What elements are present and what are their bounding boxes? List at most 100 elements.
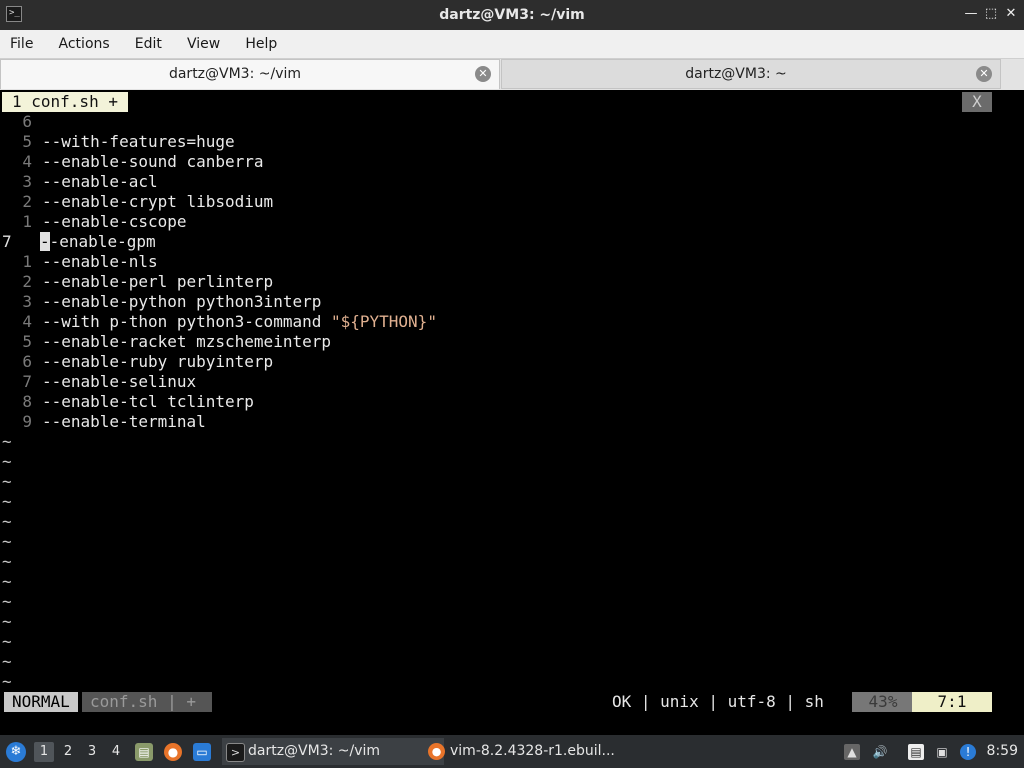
empty-line-marker: ~: [2, 572, 12, 591]
line-number: 7: [22, 372, 32, 391]
line-text: --enable-ruby rubyinterp: [42, 352, 273, 372]
line-code: --with-features=huge: [42, 132, 235, 151]
line-number: 4: [22, 312, 32, 331]
line-text: --enable-crypt libsodium: [42, 192, 273, 212]
line-code: --enable-racket mzschemeinterp: [42, 332, 331, 351]
minimize-icon[interactable]: —: [964, 4, 978, 24]
task-terminal[interactable]: > dartz@VM3: ~/vim: [222, 738, 444, 765]
line-number: 6: [22, 352, 32, 371]
clipboard-icon[interactable]: ▤: [908, 744, 924, 760]
volume-icon[interactable]: 🔊: [872, 744, 888, 760]
vim-tabline: 1 conf.sh + X: [0, 92, 1022, 112]
line-code: --with p-thon python3-command: [42, 312, 331, 331]
line-code: --enable-perl perlinterp: [42, 272, 274, 291]
line-number: 5: [22, 132, 32, 151]
vim-line[interactable]: 7 --enable-selinux: [0, 372, 196, 392]
vim-line[interactable]: 1 --enable-nls: [0, 252, 157, 272]
close-tab-icon[interactable]: ✕: [475, 66, 491, 82]
desktop-icon[interactable]: ▭: [193, 743, 211, 761]
tab-vim[interactable]: dartz@VM3: ~/vim ✕: [0, 59, 500, 89]
vim-status-info: OK | unix | utf-8 | sh: [612, 692, 824, 711]
line-code: --enable-ruby rubyinterp: [42, 352, 274, 371]
vim-line[interactable]: 2 --enable-crypt libsodium: [0, 192, 273, 212]
menu-actions[interactable]: Actions: [59, 30, 110, 58]
tab-home[interactable]: dartz@VM3: ~ ✕: [501, 59, 1001, 89]
network-icon[interactable]: ▣: [934, 744, 950, 760]
empty-line-marker: ~: [2, 552, 12, 571]
vim-line[interactable]: 3 --enable-python python3interp: [0, 292, 321, 312]
line-number: 1: [22, 212, 32, 231]
line-text: --enable-sound canberra: [42, 152, 264, 172]
line-code: --enable-cscope: [42, 212, 187, 231]
vim-line[interactable]: 5 --with-features=huge: [0, 132, 235, 152]
line-number: 3: [22, 172, 32, 191]
close-icon[interactable]: ✕: [1004, 4, 1018, 24]
file-manager-icon[interactable]: ▤: [135, 743, 153, 761]
window-titlebar[interactable]: >_ dartz@VM3: ~/vim — ⬚ ✕: [0, 0, 1024, 30]
line-text: --enable-python python3interp: [42, 292, 321, 312]
line-code: --enable-selinux: [42, 372, 197, 391]
vim-line[interactable]: 1 --enable-cscope: [0, 212, 187, 232]
maximize-icon[interactable]: ⬚: [984, 4, 998, 24]
workspace-4[interactable]: 4: [106, 742, 126, 762]
window-controls: — ⬚ ✕: [964, 4, 1018, 24]
line-number: 7: [2, 232, 12, 251]
line-code: --enable-tcl tclinterp: [42, 392, 254, 411]
vim-line[interactable]: 9 --enable-terminal: [0, 412, 205, 432]
window-title: dartz@VM3: ~/vim: [439, 7, 585, 23]
line-text: --enable-racket mzschemeinterp: [42, 332, 331, 352]
line-text: --enable-acl: [42, 172, 158, 192]
firefox-icon[interactable]: ●: [164, 743, 182, 761]
empty-line-marker: ~: [2, 452, 12, 471]
line-number: 8: [22, 392, 32, 411]
empty-line-marker: ~: [2, 432, 12, 451]
vim-close-tab-button[interactable]: X: [962, 92, 992, 112]
start-menu-icon[interactable]: ❄: [6, 742, 26, 762]
vim-line[interactable]: 7 --enable-gpm: [0, 232, 156, 252]
line-number: 2: [22, 192, 32, 211]
workspace-2[interactable]: 2: [58, 742, 78, 762]
string-literal: "${PYTHON}": [330, 312, 437, 331]
workspace-1[interactable]: 1: [34, 742, 54, 762]
line-number: 1: [22, 252, 32, 271]
tab-label: dartz@VM3: ~/vim: [168, 66, 302, 82]
vim-line[interactable]: 2 --enable-perl perlinterp: [0, 272, 273, 292]
task-firefox[interactable]: ● vim-8.2.4328-r1.ebuil...: [424, 738, 650, 765]
menu-file[interactable]: File: [10, 30, 33, 58]
line-number: 2: [22, 272, 32, 291]
vim-statusline: NORMAL conf.sh | + OK | unix | utf-8 | s…: [0, 691, 1022, 713]
vim-line[interactable]: 6: [0, 112, 42, 132]
empty-line-marker: ~: [2, 472, 12, 491]
vim-line[interactable]: 4 --with p-thon python3-command "${PYTHON…: [0, 312, 437, 332]
close-tab-icon[interactable]: ✕: [976, 66, 992, 82]
workspace-3[interactable]: 3: [82, 742, 102, 762]
eject-icon[interactable]: ▲: [844, 744, 860, 760]
line-code: --enable-crypt libsodium: [42, 192, 274, 211]
line-text: --enable-selinux: [42, 372, 196, 392]
terminal-area[interactable]: 1 conf.sh + X 6 5 --with-features=huge 4 --e…: [0, 91, 1022, 735]
vim-status-percent: 43%: [852, 692, 914, 712]
taskbar: ❄ 1 2 3 4 ▤ ● ▭ > dartz@VM3: ~/vim ● vim…: [0, 735, 1024, 768]
text-cursor: -: [40, 232, 50, 251]
empty-line-marker: ~: [2, 632, 12, 651]
vim-line[interactable]: 3 --enable-acl: [0, 172, 158, 192]
vim-line[interactable]: 4 --enable-sound canberra: [0, 152, 264, 172]
notification-icon[interactable]: !: [960, 744, 976, 760]
vim-status-file: conf.sh | +: [82, 692, 212, 712]
vim-line[interactable]: 5 --enable-racket mzschemeinterp: [0, 332, 331, 352]
task-label: dartz@VM3: ~/vim: [248, 743, 381, 759]
empty-line-marker: ~: [2, 532, 12, 551]
clock[interactable]: 8:59: [987, 735, 1018, 768]
vim-line[interactable]: 8 --enable-tcl tclinterp: [0, 392, 254, 412]
line-text: --with p-thon python3-command "${PYTHON}…: [42, 312, 437, 332]
line-text: --enable-gpm: [40, 232, 156, 251]
menu-edit[interactable]: Edit: [135, 30, 162, 58]
menu-help[interactable]: Help: [245, 30, 277, 58]
vim-line[interactable]: 6 --enable-ruby rubyinterp: [0, 352, 273, 372]
vim-cursor-position: 7:1: [912, 692, 992, 712]
vim-buffer-tab[interactable]: 1 conf.sh +: [2, 92, 128, 112]
menu-bar: File Actions Edit View Help: [0, 30, 1024, 59]
line-number: 5: [22, 332, 32, 351]
line-text: --enable-tcl tclinterp: [42, 392, 254, 412]
menu-view[interactable]: View: [187, 30, 220, 58]
